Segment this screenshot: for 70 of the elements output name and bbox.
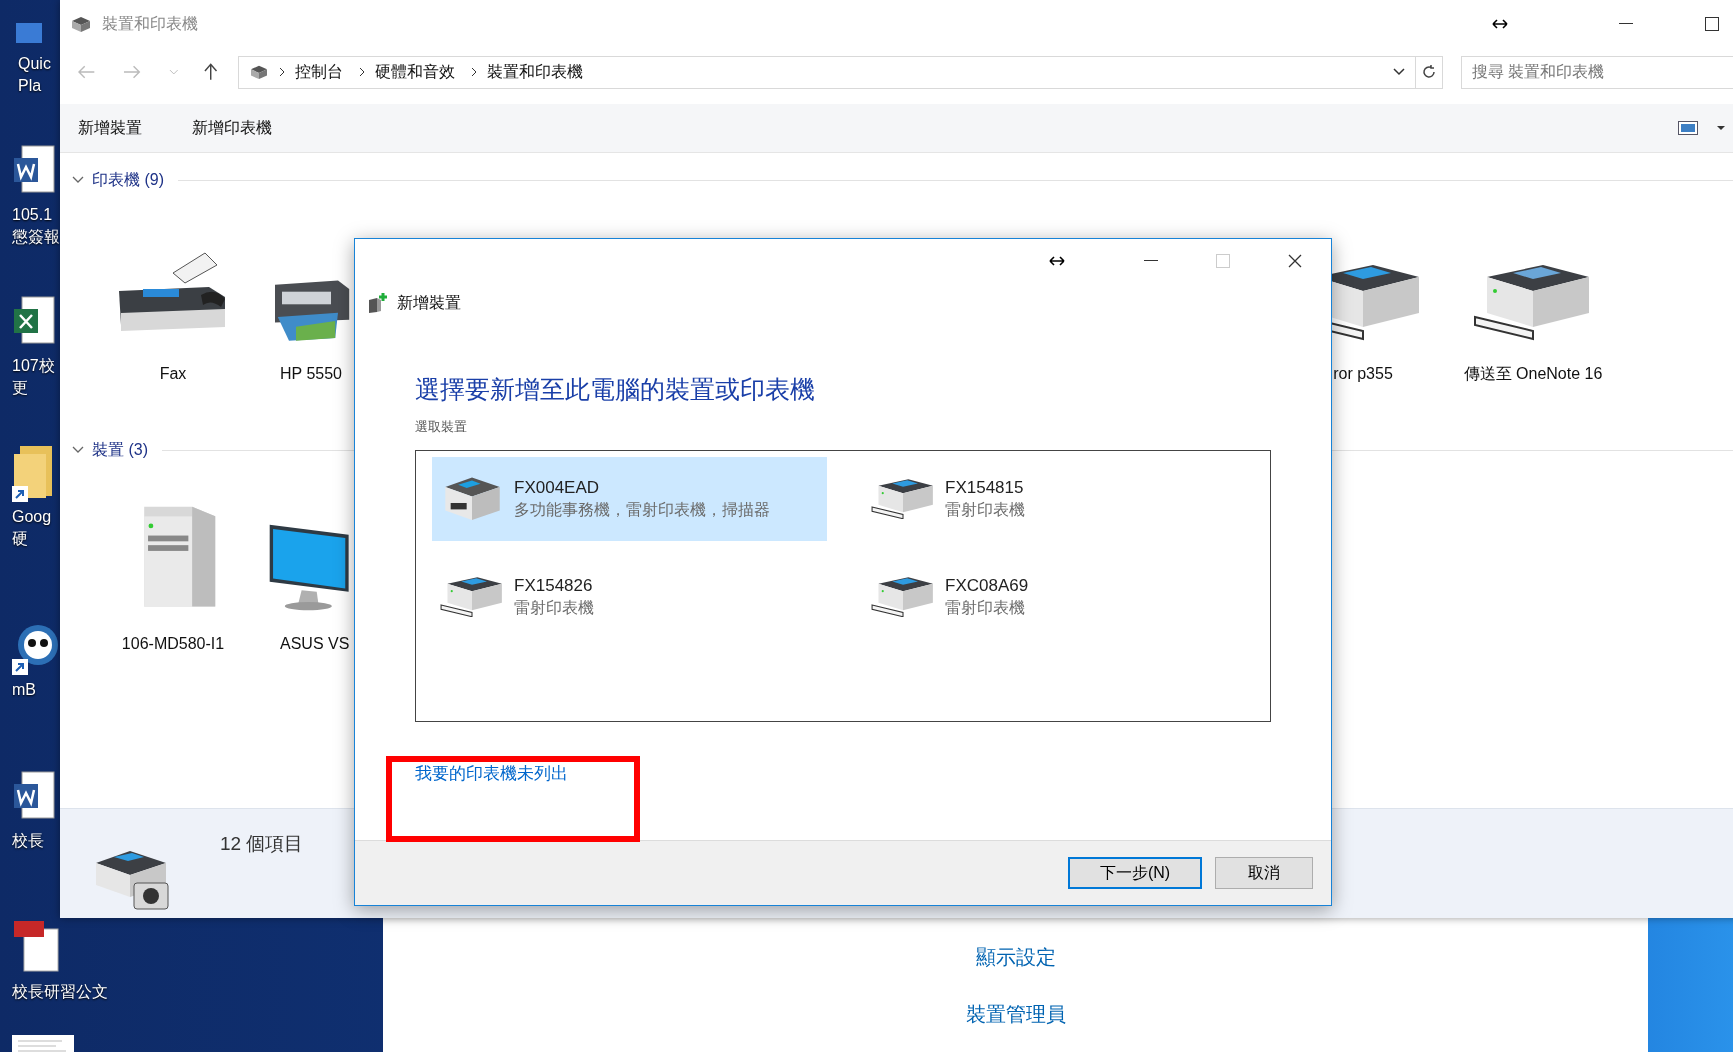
desktop-icon-label[interactable]: 105.1 xyxy=(12,204,53,226)
chevron-right-icon xyxy=(358,67,365,77)
printer-not-listed-link[interactable]: 我要的印表機未列出 xyxy=(415,762,568,785)
maximize-icon xyxy=(1705,17,1719,31)
desktop-icon-label[interactable]: 校長 xyxy=(12,830,44,852)
dialog-title: 新增裝置 xyxy=(397,292,461,313)
printer-icon xyxy=(248,64,269,80)
device-description: 多功能事務機，雷射印表機，掃描器 xyxy=(514,499,770,520)
refresh-icon xyxy=(1421,64,1437,80)
breadcrumb-item[interactable]: 硬體和音效 xyxy=(374,61,455,83)
item-count: 12 個項目 xyxy=(220,832,304,856)
desktop-icon-label[interactable]: mB xyxy=(12,679,36,701)
device-description: 雷射印表機 xyxy=(945,597,1026,618)
desktop-icon-label[interactable]: Pla xyxy=(12,75,42,97)
chevron-down-icon[interactable] xyxy=(72,176,84,184)
toolbar-command[interactable]: 新增裝置 xyxy=(68,111,152,145)
refresh-button[interactable] xyxy=(1416,55,1443,89)
desktop-icon-label[interactable]: 硬 xyxy=(12,528,28,550)
chevron-right-icon xyxy=(278,67,285,77)
chevron-right-icon xyxy=(470,67,477,77)
device-list-item[interactable]: FX154826 雷射印表機 xyxy=(432,555,827,639)
device-list-item[interactable]: FX004EAD 多功能事務機，雷射印表機，掃描器 xyxy=(432,457,827,541)
view-options-icon[interactable] xyxy=(1678,121,1698,135)
monitor-icon xyxy=(268,522,352,611)
breadcrumb-item[interactable]: 裝置和印表機 xyxy=(486,61,583,83)
device-name: FX154826 xyxy=(514,575,594,596)
device-name: FX004EAD xyxy=(514,477,601,498)
device-list-item[interactable]: FXC08A69 雷射印表機 xyxy=(863,555,1258,639)
chevron-down-icon[interactable] xyxy=(1393,68,1406,76)
address-bar[interactable]: 控制台 硬體和音效 裝置和印表機 xyxy=(237,55,1417,89)
toolbar-command[interactable]: 新增印表機 xyxy=(182,111,282,145)
group-header[interactable]: 印表機 (9) xyxy=(92,169,164,191)
add-device-icon xyxy=(367,292,389,314)
breadcrumb-item[interactable]: 控制台 xyxy=(294,61,343,83)
minimize-icon xyxy=(1144,260,1158,262)
device-label[interactable]: ASUS VS xyxy=(280,633,350,655)
device-label[interactable]: 106-MD580-I1 xyxy=(121,633,225,655)
chevron-down-icon[interactable] xyxy=(72,446,84,454)
device-description: 雷射印表機 xyxy=(945,499,1025,520)
device-list-item[interactable]: FX154815 雷射印表機 xyxy=(863,457,1258,541)
search-field[interactable]: 搜尋 裝置和印表機 xyxy=(1461,55,1733,89)
group-header[interactable]: 裝置 (3) xyxy=(92,439,148,461)
device-label[interactable]: ror p355 xyxy=(1333,363,1393,385)
close-icon xyxy=(1288,254,1302,268)
dialog-subheading: 選取裝置 xyxy=(415,418,468,436)
desktop-icon-label[interactable]: 校長研習公文 xyxy=(12,981,108,1003)
desktop-icon-label[interactable]: Goog xyxy=(12,506,52,528)
up-arrow-icon[interactable] xyxy=(204,63,218,81)
device-label[interactable]: HP 5550 xyxy=(280,363,342,385)
maximize-icon xyxy=(1216,254,1230,268)
settings-link[interactable]: 裝置管理員 xyxy=(965,1001,1066,1028)
window-title: 裝置和印表機 xyxy=(102,13,198,34)
resize-cursor-icon xyxy=(1049,256,1065,266)
caret-icon[interactable] xyxy=(1716,125,1726,131)
dialog-button[interactable]: 下一步(N) xyxy=(1068,857,1202,889)
device-description: 雷射印表機 xyxy=(514,597,594,618)
desktop-icon-label[interactable]: 107校 xyxy=(12,355,55,377)
minimize-icon xyxy=(1619,23,1633,25)
dialog-heading: 選擇要新增至此電腦的裝置或印表機 xyxy=(415,374,816,405)
desktop-icon-label[interactable]: Quic xyxy=(12,53,51,75)
resize-cursor-icon xyxy=(1492,19,1508,29)
desktop-icon-label[interactable]: 更 xyxy=(12,377,28,399)
dialog-button[interactable]: 取消 xyxy=(1215,857,1313,889)
printer-icon xyxy=(70,15,92,33)
device-label[interactable]: Fax xyxy=(159,363,187,385)
desktop-icon-label[interactable]: 懲簽報 xyxy=(12,226,60,248)
device-name: FX154815 xyxy=(945,477,1025,498)
settings-link[interactable]: 顯示設定 xyxy=(975,944,1056,971)
device-label[interactable]: 傳送至 OneNote 16 xyxy=(1463,363,1603,385)
device-name: FXC08A69 xyxy=(945,575,1029,596)
